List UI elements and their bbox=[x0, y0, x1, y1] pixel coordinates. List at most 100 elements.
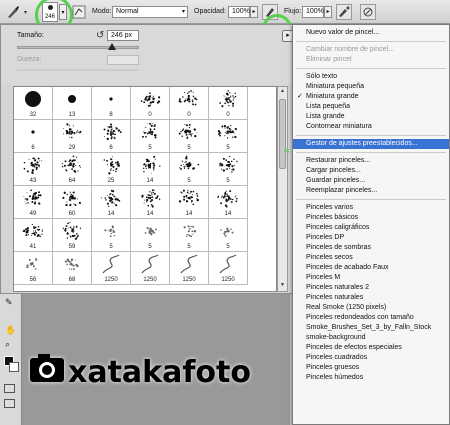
menu-item[interactable]: Miniatura pequeña bbox=[293, 82, 449, 92]
brush-preset[interactable]: 49 bbox=[14, 186, 53, 219]
menu-item[interactable]: Pinceles de acabado Faux bbox=[293, 263, 449, 273]
size-input[interactable]: 246 px bbox=[107, 30, 139, 41]
menu-item[interactable]: Lista grande bbox=[293, 112, 449, 122]
menu-item-label: Pinceles caligráficos bbox=[306, 224, 370, 231]
brush-tip-icon bbox=[68, 95, 76, 103]
brush-preset[interactable]: 0 bbox=[131, 87, 170, 120]
menu-item[interactable]: Lista pequeña bbox=[293, 102, 449, 112]
brush-preset[interactable]: 5 bbox=[131, 120, 170, 153]
menu-item[interactable]: Restaurar pinceles... bbox=[293, 156, 449, 166]
brush-preset[interactable]: 14 bbox=[209, 186, 248, 219]
menu-item[interactable]: Pinceles naturales bbox=[293, 293, 449, 303]
menu-item[interactable]: Pinceles redondeados con tamaño bbox=[293, 313, 449, 323]
menu-item[interactable]: smoke-background bbox=[293, 333, 449, 343]
menu-item[interactable]: Pinceles caligráficos bbox=[293, 223, 449, 233]
size-slider[interactable] bbox=[17, 46, 139, 49]
menu-item[interactable]: Pinceles M bbox=[293, 273, 449, 283]
brush-preset[interactable]: 6 bbox=[14, 120, 53, 153]
brush-preset[interactable]: 5 bbox=[209, 120, 248, 153]
pressure-size-icon[interactable] bbox=[360, 4, 376, 20]
brush-preset[interactable]: 29 bbox=[53, 120, 92, 153]
menu-item[interactable]: Pinceles básicos bbox=[293, 213, 449, 223]
hand-icon[interactable]: ✋ bbox=[5, 325, 16, 336]
zoom-icon[interactable]: ⌕ bbox=[5, 339, 10, 350]
mode-select[interactable]: Normal ▾ bbox=[112, 6, 188, 18]
menu-item[interactable]: ✓ Miniatura grande bbox=[293, 92, 449, 102]
brush-preset[interactable]: 1250 bbox=[170, 252, 209, 285]
menu-item[interactable]: Pinceles naturales 2 bbox=[293, 283, 449, 293]
menu-item[interactable]: Sólo texto bbox=[293, 72, 449, 82]
brush-preset[interactable]: 43 bbox=[14, 153, 53, 186]
quick-mask-icon[interactable] bbox=[4, 384, 15, 393]
brush-preset[interactable]: 59 bbox=[53, 219, 92, 252]
menu-item[interactable]: Pinceles de efectos especiales bbox=[293, 343, 449, 353]
brush-preset[interactable]: 1250 bbox=[131, 252, 170, 285]
menu-item[interactable]: Gestor de ajustes preestablecidos... bbox=[293, 139, 449, 149]
brush-preset[interactable]: 5 bbox=[170, 153, 209, 186]
brush-tip-icon bbox=[219, 89, 237, 108]
menu-item[interactable]: Pinceles húmedos bbox=[293, 373, 449, 383]
menu-item[interactable]: Real Smoke (1250 pixels) bbox=[293, 303, 449, 313]
opacity-dropdown-icon[interactable]: ▸ bbox=[250, 6, 258, 18]
menu-item[interactable]: Pinceles gruesos bbox=[293, 363, 449, 373]
brush-preset[interactable]: 1250 bbox=[209, 252, 248, 285]
brush-tool-icon[interactable] bbox=[6, 5, 20, 19]
airbrush-icon[interactable] bbox=[336, 4, 352, 20]
scrollbar-thumb[interactable] bbox=[279, 99, 286, 169]
menu-item[interactable]: Reemplazar pinceles... bbox=[293, 186, 449, 196]
brush-tip-icon bbox=[180, 254, 198, 274]
size-slider-thumb[interactable] bbox=[108, 43, 116, 50]
photoshop-window: ▾ 246 ▾ Modo: Normal ▾ Opacidad: 100% ▸ F… bbox=[0, 0, 450, 425]
menu-item[interactable]: Nuevo valor de pincel... bbox=[293, 28, 449, 38]
brush-preset[interactable]: 5 bbox=[131, 219, 170, 252]
menu-item[interactable]: Pinceles cuadrados bbox=[293, 353, 449, 363]
brush-preset[interactable]: 5 bbox=[209, 219, 248, 252]
brush-preset[interactable]: 13 bbox=[53, 87, 92, 120]
brush-preset[interactable]: 0 bbox=[209, 87, 248, 120]
flow-dropdown-icon[interactable]: ▸ bbox=[324, 6, 332, 18]
brush-preset[interactable]: 0 bbox=[170, 87, 209, 120]
brush-preset[interactable]: 32 bbox=[14, 87, 53, 120]
reset-size-icon[interactable]: ↺ bbox=[96, 30, 104, 41]
eyedropper-icon[interactable]: ✎ bbox=[5, 297, 13, 308]
brush-preset[interactable]: 8 bbox=[92, 87, 131, 120]
menu-item[interactable]: Cargar pinceles... bbox=[293, 166, 449, 176]
brush-preset[interactable]: 5 bbox=[209, 153, 248, 186]
opacity-input[interactable]: 100% bbox=[228, 6, 250, 18]
menu-separator bbox=[296, 68, 446, 69]
menu-item[interactable]: Pinceles DP bbox=[293, 233, 449, 243]
brush-preset[interactable]: 6 bbox=[92, 120, 131, 153]
grid-scrollbar[interactable]: ▲ ▼ bbox=[277, 86, 288, 292]
brush-preset[interactable]: 41 bbox=[14, 219, 53, 252]
menu-item[interactable]: Guardar pinceles... bbox=[293, 176, 449, 186]
toggle-brush-panel-icon[interactable] bbox=[72, 5, 86, 19]
brush-preset[interactable]: 14 bbox=[131, 153, 170, 186]
brush-preset[interactable]: 68 bbox=[53, 252, 92, 285]
background-color-swatch[interactable] bbox=[9, 362, 19, 372]
brush-preset[interactable]: 5 bbox=[170, 219, 209, 252]
brush-preset[interactable]: 14 bbox=[92, 186, 131, 219]
flow-input[interactable]: 100% bbox=[302, 6, 324, 18]
menu-item[interactable]: Smoke_Brushes_Set_3_by_Falln_Stock bbox=[293, 323, 449, 333]
brush-preset[interactable]: 1250 bbox=[92, 252, 131, 285]
brush-preset[interactable]: 14 bbox=[131, 186, 170, 219]
brush-tip-icon bbox=[142, 122, 157, 139]
scroll-up-icon[interactable]: ▲ bbox=[279, 88, 286, 96]
tool-preset-dropdown-icon[interactable]: ▾ bbox=[24, 9, 27, 16]
brush-tip-icon bbox=[140, 92, 161, 107]
brush-preset[interactable]: 5 bbox=[92, 219, 131, 252]
menu-item-label: Pinceles naturales 2 bbox=[306, 284, 370, 291]
menu-item[interactable]: Pinceles secos bbox=[293, 253, 449, 263]
brush-preset[interactable]: 64 bbox=[53, 153, 92, 186]
menu-item[interactable]: Pinceles de sombras bbox=[293, 243, 449, 253]
menu-item[interactable]: Contornear miniatura bbox=[293, 122, 449, 132]
brush-preset[interactable]: 60 bbox=[53, 186, 92, 219]
scroll-down-icon[interactable]: ▼ bbox=[279, 282, 286, 290]
menu-item-label: Pinceles naturales bbox=[306, 294, 364, 301]
menu-item[interactable]: Pinceles varios bbox=[293, 203, 449, 213]
brush-preset[interactable]: 25 bbox=[92, 153, 131, 186]
brush-preset[interactable]: 5 bbox=[170, 120, 209, 153]
brush-preset[interactable]: 14 bbox=[170, 186, 209, 219]
screen-mode-icon[interactable] bbox=[4, 399, 15, 408]
brush-preset[interactable]: 56 bbox=[14, 252, 53, 285]
